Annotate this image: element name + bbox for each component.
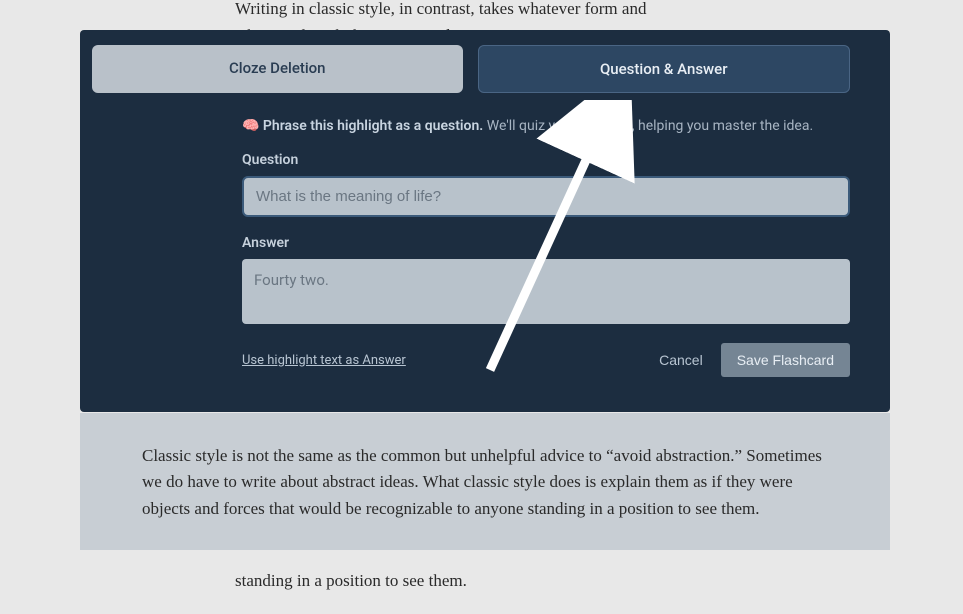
tab-row: Cloze Deletion Question & Answer: [92, 45, 850, 93]
button-group: Cancel Save Flashcard: [659, 343, 850, 377]
tab-cloze-deletion[interactable]: Cloze Deletion: [92, 45, 463, 93]
cancel-button[interactable]: Cancel: [659, 352, 703, 368]
answer-label: Answer: [242, 235, 850, 251]
bg-text-bottom: standing in a position to see them.: [235, 567, 693, 594]
answer-input[interactable]: [242, 259, 850, 324]
tab-question-answer[interactable]: Question & Answer: [478, 45, 851, 93]
question-label: Question: [242, 152, 850, 168]
save-button[interactable]: Save Flashcard: [721, 343, 850, 377]
highlight-quote: Classic style is not the same as the com…: [80, 413, 890, 550]
brain-icon: 🧠: [242, 118, 259, 134]
bottom-row: Use highlight text as Answer Cancel Save…: [242, 343, 850, 377]
form-section: Question Answer Use highlight text as An…: [242, 152, 850, 377]
instruction-rest: We'll quiz you on it later, helping you …: [487, 118, 813, 134]
use-highlight-link[interactable]: Use highlight text as Answer: [242, 353, 406, 368]
flashcard-modal: Cloze Deletion Question & Answer 🧠 Phras…: [80, 30, 890, 412]
question-input[interactable]: [242, 176, 850, 217]
instruction-text: 🧠 Phrase this highlight as a question. W…: [242, 118, 850, 134]
instruction-bold: Phrase this highlight as a question.: [263, 118, 483, 134]
